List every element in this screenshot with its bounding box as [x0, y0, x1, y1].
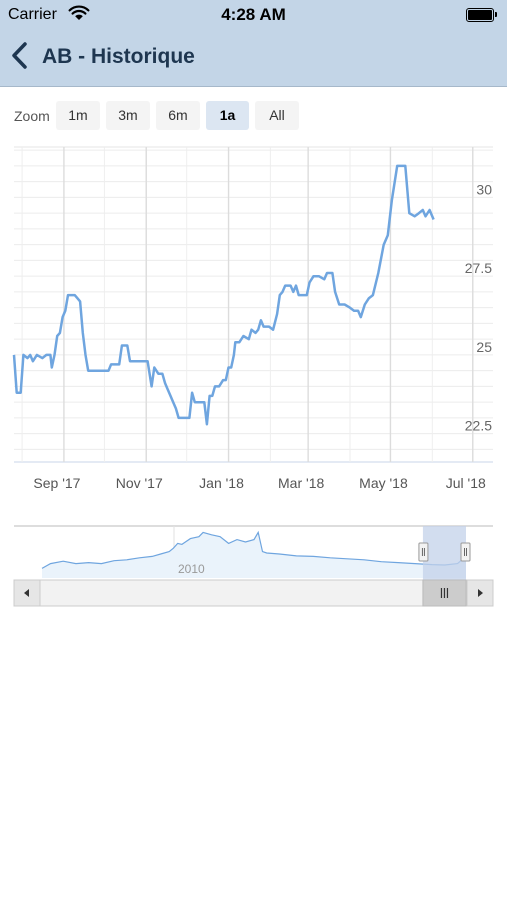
navigator-right-handle[interactable]: [460, 542, 471, 562]
scrollbar-track[interactable]: [13, 579, 494, 607]
navigator-left-handle[interactable]: [418, 542, 429, 562]
x-tick-label: May '18: [359, 475, 408, 491]
y-tick-label: 27.5: [465, 260, 492, 276]
y-tick-label: 25: [476, 339, 492, 355]
y-tick-label: 22.5: [465, 418, 492, 434]
navigator[interactable]: 2010: [14, 525, 493, 580]
x-tick-label: Jan '18: [199, 475, 244, 491]
scroll-left-button[interactable]: [13, 579, 41, 607]
scroll-right-button[interactable]: [466, 579, 494, 607]
x-tick-label: Mar '18: [278, 475, 324, 491]
y-tick-label: 30: [476, 181, 492, 197]
price-chart[interactable]: Sep '17 Nov '17 Jan '18 Mar '18 May '18 Jul '…: [0, 0, 507, 620]
chart-grid: [14, 146, 493, 463]
navigator-selection[interactable]: [422, 526, 466, 580]
x-tick-label: Jul '18: [446, 475, 486, 491]
x-tick-label: Sep '17: [33, 475, 80, 491]
price-series-line: [12, 164, 435, 426]
scrollbar[interactable]: [13, 579, 494, 607]
x-tick-label: Nov '17: [116, 475, 163, 491]
x-axis: Sep '17 Nov '17 Jan '18 Mar '18 May '18 Jul '…: [33, 475, 486, 491]
navigator-year-label: 2010: [178, 562, 205, 576]
